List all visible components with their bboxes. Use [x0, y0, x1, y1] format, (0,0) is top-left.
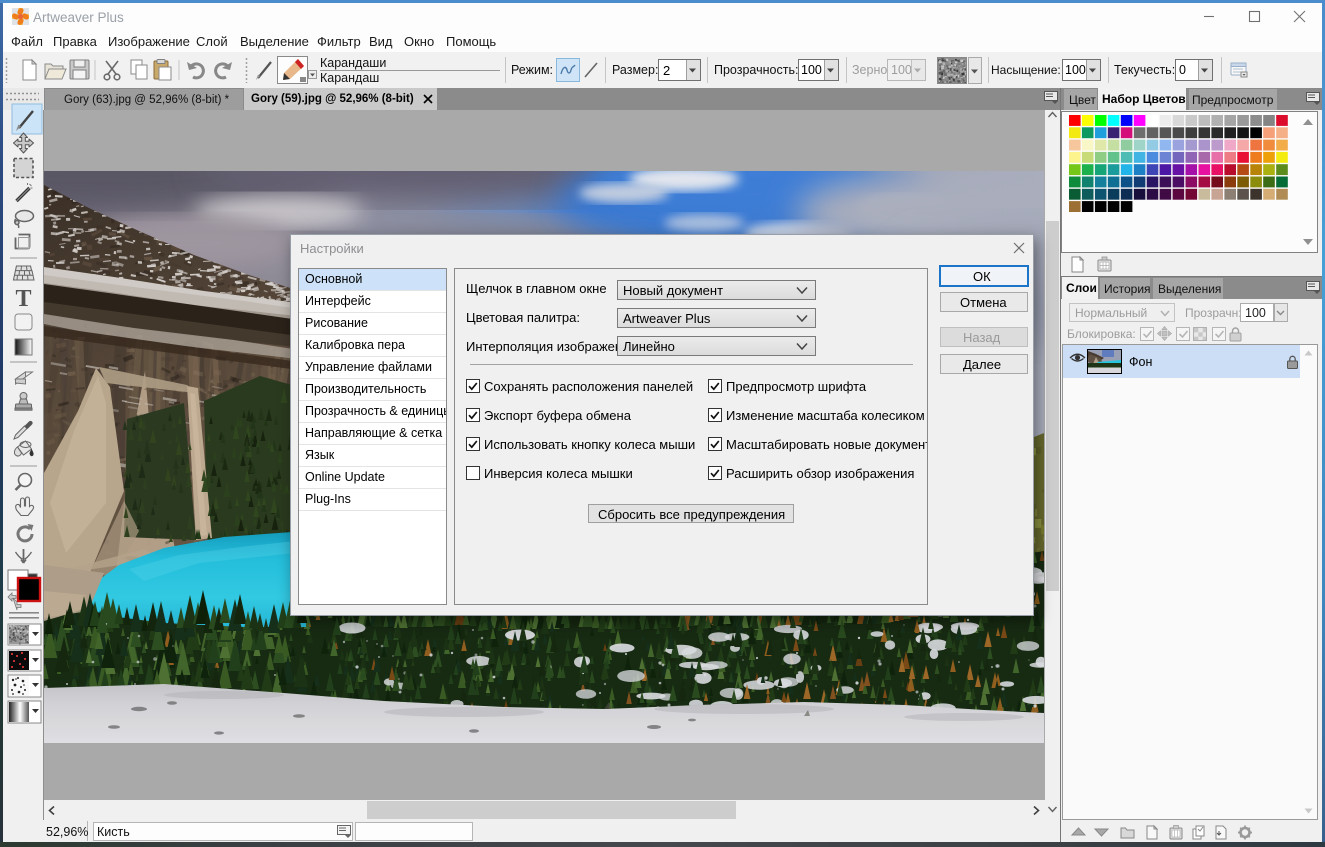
- svg-text:T: T: [15, 286, 31, 312]
